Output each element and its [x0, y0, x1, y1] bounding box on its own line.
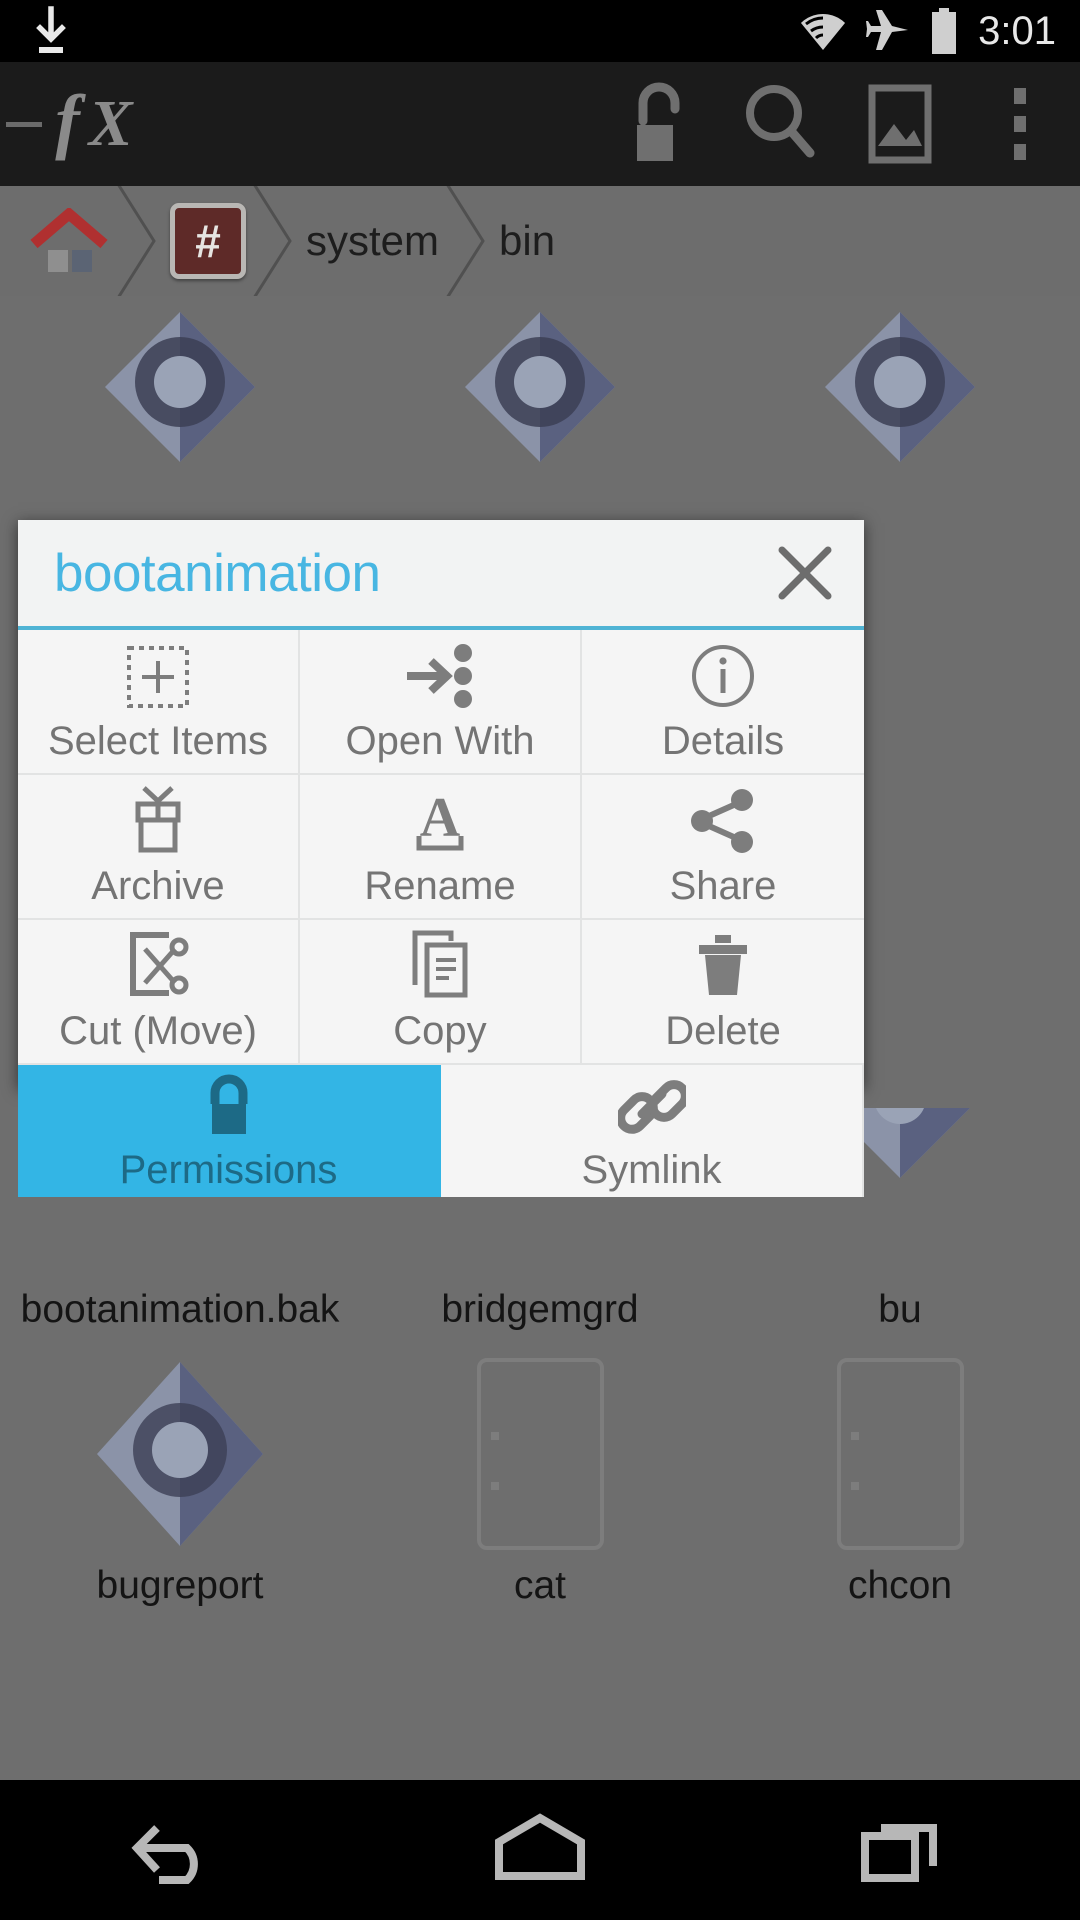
close-icon[interactable]: [746, 518, 864, 628]
action-delete[interactable]: Delete: [582, 920, 864, 1065]
open-with-icon: [403, 641, 477, 709]
status-bar-left: [0, 3, 76, 59]
action-label: Archive: [91, 863, 225, 908]
action-permissions[interactable]: Permissions: [18, 1065, 441, 1197]
file-name: bootanimation.bak: [20, 1288, 340, 1331]
root-icon: #: [170, 203, 246, 279]
action-label: Details: [661, 718, 785, 763]
app-logo-fx: f X: [52, 76, 172, 172]
home-nav-icon[interactable]: [440, 1780, 640, 1920]
file-context-dialog: bootanimation Select Items Open With Det…: [18, 520, 864, 1197]
action-archive[interactable]: Archive: [18, 775, 300, 920]
action-share[interactable]: Share: [582, 775, 864, 920]
action-label: Cut (Move): [59, 1008, 257, 1053]
search-icon[interactable]: [720, 62, 840, 186]
dialog-header: bootanimation: [18, 520, 864, 630]
action-label: Select Items: [47, 718, 269, 763]
trash-icon: [693, 931, 753, 999]
download-icon: [26, 3, 76, 59]
navigation-bar: [0, 1780, 1080, 1920]
action-rename[interactable]: A Rename: [300, 775, 582, 920]
share-icon: [689, 786, 757, 854]
svg-text:f: f: [55, 79, 86, 161]
action-label: Permissions: [119, 1148, 338, 1192]
action-open-with[interactable]: Open With: [300, 630, 582, 775]
action-cut-move[interactable]: Cut (Move): [18, 920, 300, 1065]
action-label: Rename: [364, 863, 516, 908]
action-label: Open With: [345, 718, 535, 763]
document-file-icon: [833, 1354, 968, 1554]
breadcrumb-item-system[interactable]: system: [272, 186, 485, 296]
action-label: Delete: [665, 1008, 781, 1053]
phone-screen: 3:01 f X # system bin bootanimation.bak …: [0, 0, 1080, 1920]
action-label: Copy: [393, 1008, 487, 1053]
action-bar: f X: [0, 62, 1080, 186]
status-bar-right: 3:01: [800, 0, 1080, 62]
action-label: Symlink: [581, 1148, 722, 1192]
file-item[interactable]: cat: [360, 1348, 720, 1648]
airplane-mode-icon: [866, 10, 910, 52]
link-icon: [617, 1070, 686, 1138]
file-name: cat: [513, 1564, 567, 1607]
action-symlink[interactable]: Symlink: [441, 1065, 864, 1197]
file-name: bridgemgrd: [441, 1288, 639, 1331]
gear-file-icon: [95, 302, 265, 472]
action-select-items[interactable]: Select Items: [18, 630, 300, 775]
breadcrumb-item-root[interactable]: #: [136, 186, 292, 296]
svg-text:A: A: [420, 787, 461, 849]
breadcrumb-label: system: [306, 217, 440, 264]
file-name: bugreport: [96, 1564, 264, 1607]
breadcrumb: # system bin: [0, 186, 1080, 296]
file-item[interactable]: [360, 296, 720, 542]
gear-file-icon: [85, 1354, 275, 1554]
back-icon[interactable]: [80, 1780, 280, 1920]
unlock-icon[interactable]: [600, 62, 720, 186]
svg-text:X: X: [87, 88, 135, 160]
lock-icon: [199, 1070, 259, 1138]
action-details[interactable]: Details: [582, 630, 864, 775]
overflow-menu-icon[interactable]: [960, 62, 1080, 186]
rename-icon: A: [405, 786, 475, 854]
gear-file-icon: [815, 302, 985, 472]
archive-icon: [126, 785, 190, 854]
breadcrumb-label: bin: [499, 217, 556, 264]
dialog-title: bootanimation: [54, 543, 381, 603]
file-name: bu: [878, 1288, 922, 1331]
copy-icon: [409, 930, 471, 999]
file-name: chcon: [847, 1564, 953, 1607]
gear-file-icon: [455, 302, 625, 472]
file-item[interactable]: chcon: [720, 1348, 1080, 1648]
select-items-icon: [126, 641, 190, 709]
action-label: Share: [669, 863, 777, 908]
cut-icon: [123, 931, 193, 999]
info-icon: [690, 641, 756, 709]
file-item[interactable]: bugreport: [0, 1348, 360, 1648]
file-item[interactable]: [0, 296, 360, 542]
status-bar: 3:01: [0, 0, 1080, 62]
recents-icon[interactable]: [800, 1780, 1000, 1920]
action-copy[interactable]: Copy: [300, 920, 582, 1065]
wifi-icon: [800, 10, 846, 52]
home-icon: [28, 208, 110, 274]
breadcrumb-item-home[interactable]: [0, 186, 156, 296]
file-row: bugreport cat chcon: [0, 1348, 1080, 1648]
navigate-up-button[interactable]: [0, 114, 46, 134]
document-file-icon: [473, 1354, 608, 1554]
breadcrumb-item-bin[interactable]: bin: [465, 186, 581, 296]
battery-icon: [930, 8, 958, 54]
file-row: [0, 296, 1080, 542]
status-bar-clock: 3:01: [978, 9, 1056, 53]
dialog-action-grid: Select Items Open With Details Archive A…: [18, 630, 864, 1197]
file-item[interactable]: [720, 296, 1080, 542]
image-icon[interactable]: [840, 62, 960, 186]
